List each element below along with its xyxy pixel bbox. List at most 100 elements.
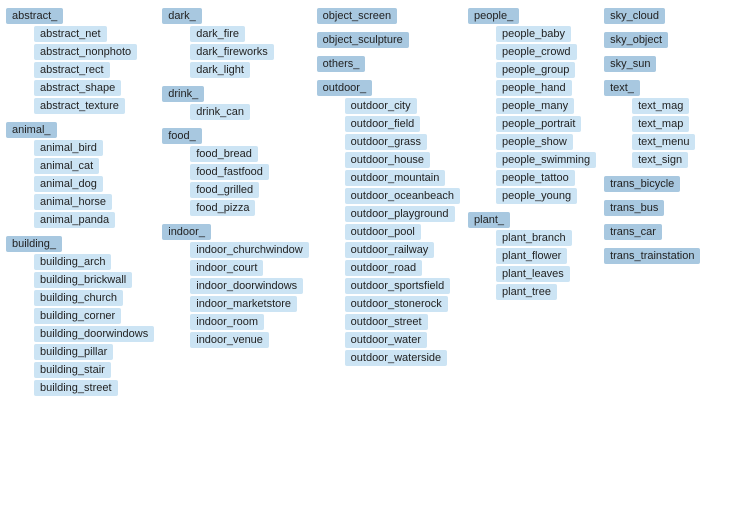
group-indoor-: indoor_ indoor_churchwindow indoor_courtin… (162, 224, 308, 348)
category-child-label[interactable]: food_bread (190, 146, 258, 162)
category-child-label[interactable]: abstract_net (34, 26, 107, 42)
category-child-label[interactable]: outdoor_road (345, 260, 422, 276)
group-trans-bus: trans_bus (604, 200, 714, 216)
category-child-label[interactable]: text_map (632, 116, 689, 132)
category-parent-label[interactable]: building_ (6, 236, 62, 252)
category-child-label[interactable]: people_baby (496, 26, 571, 42)
category-child-label[interactable]: text_sign (632, 152, 688, 168)
category-child-label[interactable]: outdoor_mountain (345, 170, 446, 186)
category-child-label[interactable]: abstract_rect (34, 62, 110, 78)
category-child-label[interactable]: outdoor_city (345, 98, 417, 114)
category-child-label[interactable]: indoor_churchwindow (190, 242, 308, 258)
column-col3: object_screen object_sculpture others_outd… (317, 8, 460, 372)
category-child-label[interactable]: food_pizza (190, 200, 255, 216)
category-child-label[interactable]: indoor_marketstore (190, 296, 297, 312)
category-child-label[interactable]: animal_dog (34, 176, 103, 192)
child-row: outdoor_road (317, 260, 460, 276)
category-child-label[interactable]: building_stair (34, 362, 111, 378)
child-row: food_pizza (162, 200, 308, 216)
category-child-label[interactable]: outdoor_waterside (345, 350, 448, 366)
category-child-label[interactable]: outdoor_playground (345, 206, 455, 222)
category-child-label[interactable]: outdoor_grass (345, 134, 427, 150)
category-child-label[interactable]: animal_bird (34, 140, 103, 156)
category-child-label[interactable]: dark_fireworks (190, 44, 274, 60)
parent-row: drink_ (162, 86, 308, 102)
category-child-label[interactable]: plant_leaves (496, 266, 570, 282)
column-col2: dark_ dark_fire dark_fireworks dark_lightdr… (162, 8, 308, 354)
child-row: outdoor_field (317, 116, 460, 132)
category-child-label[interactable]: text_menu (632, 134, 695, 150)
category-child-label[interactable]: people_portrait (496, 116, 581, 132)
category-child-label[interactable]: abstract_texture (34, 98, 125, 114)
category-child-label[interactable]: dark_fire (190, 26, 245, 42)
category-child-label[interactable]: drink_can (190, 104, 250, 120)
category-parent-label[interactable]: sky_object (604, 32, 668, 48)
category-parent-label[interactable]: text_ (604, 80, 640, 96)
category-parent-label[interactable]: object_screen (317, 8, 398, 24)
category-child-label[interactable]: indoor_venue (190, 332, 269, 348)
category-child-label[interactable]: outdoor_oceanbeach (345, 188, 460, 204)
category-child-label[interactable]: food_grilled (190, 182, 259, 198)
category-parent-label[interactable]: outdoor_ (317, 80, 372, 96)
category-parent-label[interactable]: people_ (468, 8, 519, 24)
category-parent-label[interactable]: plant_ (468, 212, 510, 228)
category-child-label[interactable]: outdoor_pool (345, 224, 421, 240)
category-child-label[interactable]: people_show (496, 134, 573, 150)
category-parent-label[interactable]: trans_car (604, 224, 662, 240)
category-child-label[interactable]: plant_flower (496, 248, 567, 264)
category-child-label[interactable]: animal_cat (34, 158, 99, 174)
category-parent-label[interactable]: food_ (162, 128, 202, 144)
category-child-label[interactable]: animal_panda (34, 212, 115, 228)
category-parent-label[interactable]: animal_ (6, 122, 57, 138)
category-child-label[interactable]: people_many (496, 98, 574, 114)
category-child-label[interactable]: outdoor_water (345, 332, 427, 348)
category-parent-label[interactable]: dark_ (162, 8, 202, 24)
category-child-label[interactable]: indoor_room (190, 314, 264, 330)
child-row: building_stair (6, 362, 154, 378)
category-parent-label[interactable]: abstract_ (6, 8, 63, 24)
category-child-label[interactable]: outdoor_field (345, 116, 421, 132)
category-child-label[interactable]: dark_light (190, 62, 250, 78)
category-child-label[interactable]: building_street (34, 380, 118, 396)
category-child-label[interactable]: plant_branch (496, 230, 572, 246)
category-child-label[interactable]: people_crowd (496, 44, 577, 60)
category-child-label[interactable]: abstract_shape (34, 80, 121, 96)
column-col4: people_ people_baby people_crowd people_gro… (468, 8, 596, 306)
category-child-label[interactable]: building_church (34, 290, 123, 306)
child-row: building_corner (6, 308, 154, 324)
category-child-label[interactable]: outdoor_railway (345, 242, 435, 258)
category-child-label[interactable]: outdoor_sportsfield (345, 278, 451, 294)
category-parent-label[interactable]: drink_ (162, 86, 204, 102)
parent-row: object_sculpture (317, 32, 460, 48)
category-child-label[interactable]: food_fastfood (190, 164, 269, 180)
category-child-label[interactable]: animal_horse (34, 194, 112, 210)
category-parent-label[interactable]: others_ (317, 56, 366, 72)
category-child-label[interactable]: people_tattoo (496, 170, 575, 186)
category-child-label[interactable]: outdoor_house (345, 152, 430, 168)
category-child-label[interactable]: people_group (496, 62, 575, 78)
category-child-label[interactable]: plant_tree (496, 284, 557, 300)
category-child-label[interactable]: outdoor_street (345, 314, 428, 330)
category-child-label[interactable]: text_mag (632, 98, 689, 114)
category-child-label[interactable]: building_corner (34, 308, 121, 324)
category-child-label[interactable]: building_doorwindows (34, 326, 154, 342)
category-parent-label[interactable]: trans_trainstation (604, 248, 700, 264)
category-child-label[interactable]: people_swimming (496, 152, 596, 168)
category-child-label[interactable]: people_young (496, 188, 577, 204)
category-parent-label[interactable]: trans_bicycle (604, 176, 680, 192)
category-child-label[interactable]: indoor_court (190, 260, 263, 276)
category-child-label[interactable]: building_pillar (34, 344, 113, 360)
category-child-label[interactable]: abstract_nonphoto (34, 44, 137, 60)
category-parent-label[interactable]: trans_bus (604, 200, 664, 216)
category-child-label[interactable]: building_brickwall (34, 272, 132, 288)
category-child-label[interactable]: indoor_doorwindows (190, 278, 303, 294)
category-parent-label[interactable]: indoor_ (162, 224, 211, 240)
group-sky-cloud: sky_cloud (604, 8, 714, 24)
category-child-label[interactable]: outdoor_stonerock (345, 296, 448, 312)
category-parent-label[interactable]: sky_cloud (604, 8, 665, 24)
category-child-label[interactable]: people_hand (496, 80, 572, 96)
category-child-label[interactable]: building_arch (34, 254, 111, 270)
category-parent-label[interactable]: sky_sun (604, 56, 656, 72)
parent-row: people_ (468, 8, 596, 24)
category-parent-label[interactable]: object_sculpture (317, 32, 409, 48)
